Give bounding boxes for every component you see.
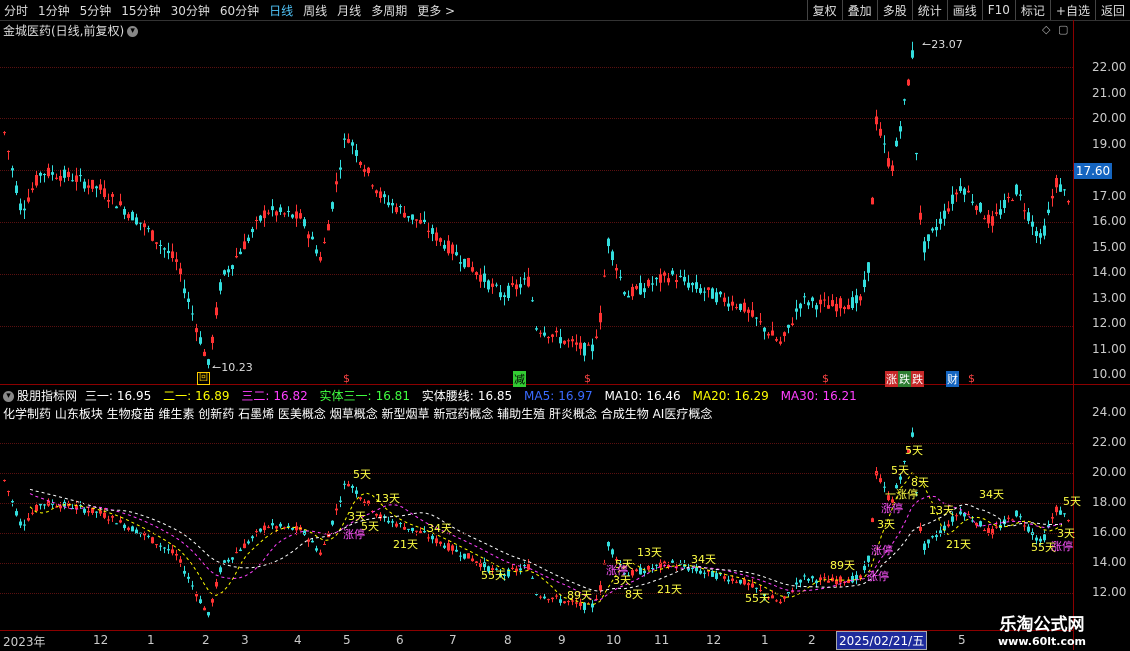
y-tick: 12.00 — [1092, 316, 1127, 330]
candlestick-chart — [3, 41, 1070, 618]
y-tick: 18.00 — [1092, 495, 1127, 509]
annotation-5d: 5天 — [1063, 495, 1081, 508]
high-arrow: ↼ — [922, 38, 932, 51]
x-tick: 4 — [294, 633, 302, 647]
ind-shiti-san-yi: 实体三一: 16.81 — [319, 389, 410, 403]
dollar-icon[interactable]: $ — [822, 372, 829, 385]
ind-ma10: MA10: 16.46 — [604, 389, 681, 403]
x-tick: 2 — [808, 633, 816, 647]
ind-shiti-yaoxian: 实体腰线: 16.85 — [421, 389, 513, 403]
low-price-label: ↼10.23 — [212, 361, 253, 374]
annotation-5d: 5天 — [891, 464, 909, 477]
annotation-8d: 8天 — [625, 588, 643, 601]
x-tick: 2 — [202, 633, 210, 647]
y-tick: 13.00 — [1092, 291, 1127, 305]
x-tick: 5 — [958, 633, 966, 647]
event-mark-zhang[interactable]: 涨 — [885, 371, 898, 387]
annotation-limit-up: 涨停 — [871, 544, 893, 557]
y-tick: 21.00 — [1092, 86, 1127, 100]
ind-er-yi: 二一: 16.89 — [163, 389, 230, 403]
annotation-13d: 13天 — [929, 504, 954, 517]
watermark-title: 乐淘公式网 — [999, 615, 1085, 635]
x-tick: 10 — [606, 633, 622, 647]
y-tick: 11.00 — [1092, 342, 1127, 356]
ind-ma30: MA30: 16.21 — [780, 389, 857, 403]
dollar-icon[interactable]: $ — [343, 372, 350, 385]
back-button[interactable]: 返回 — [1094, 0, 1130, 20]
x-tick: 12 — [93, 633, 109, 647]
event-mark-jian[interactable]: 减 — [513, 371, 526, 387]
y-tick: 16.00 — [1092, 214, 1127, 228]
high-price-label: ↼23.07 — [922, 38, 963, 51]
watermark: 乐淘公式网 www.60lt.com — [998, 610, 1086, 648]
annotation-21d: 21天 — [946, 538, 971, 551]
annotation-34d: 34天 — [691, 553, 716, 566]
x-tick: 1 — [761, 633, 769, 647]
annotation-34d: 34天 — [979, 488, 1004, 501]
x-tick: 5 — [343, 633, 351, 647]
y-tick: 19.00 — [1092, 137, 1127, 151]
y-tick: 24.00 — [1092, 405, 1127, 419]
annotation-89d: 89天 — [567, 589, 592, 602]
ind-ma20: MA20: 16.29 — [692, 389, 769, 403]
x-tick: 8 — [504, 633, 512, 647]
chevron-down-icon[interactable]: ▾ — [3, 391, 14, 402]
y-tick: 16.00 — [1092, 525, 1127, 539]
ind-ma5: MA5: 16.97 — [524, 389, 593, 403]
annotation-89d: 89天 — [830, 559, 855, 572]
annotation-21d: 21天 — [657, 583, 682, 596]
x-tick: 6 — [396, 633, 404, 647]
x-tick: 11 — [654, 633, 670, 647]
annotation-3d: 3天 — [877, 518, 895, 531]
annotation-limit-up: 涨停 — [881, 502, 903, 515]
concept-tags: 化学制药 山东板块 生物疫苗 维生素 创新药 石墨烯 医美概念 烟草概念 新型烟… — [3, 407, 713, 421]
current-price-badge: 17.60 — [1074, 163, 1112, 179]
event-mark-zhang2[interactable]: 跌 — [911, 371, 924, 387]
annotation-limit-up: 涨停 — [867, 570, 889, 583]
ind-san-yi: 三一: 16.95 — [84, 389, 152, 403]
y-tick: 10.00 — [1092, 367, 1127, 381]
y-axis-line — [1073, 20, 1074, 650]
x-tick: 1 — [147, 633, 155, 647]
y-tick: 14.00 — [1092, 265, 1127, 279]
y-tick: 14.00 — [1092, 555, 1127, 569]
annotation-13d: 13天 — [375, 492, 400, 505]
annotation-34d: 34天 — [427, 522, 452, 535]
y-tick: 22.00 — [1092, 60, 1127, 74]
y-tick: 20.00 — [1092, 465, 1127, 479]
indicator-legend: ▾ 股朋指标网 三一: 16.95 二一: 16.89 三二: 16.82 实体三一: 1… — [3, 387, 865, 404]
indicator-name[interactable]: 股朋指标网 — [17, 389, 77, 403]
annotation-5d: 5天 — [905, 444, 923, 457]
event-mark-die[interactable]: 跌 — [898, 371, 911, 387]
dollar-icon[interactable]: $ — [584, 372, 591, 385]
y-tick: 15.00 — [1092, 240, 1127, 254]
y-tick: 22.00 — [1092, 435, 1127, 449]
event-mark-cai[interactable]: 财 — [946, 371, 959, 387]
annotation-5d: 5天 — [353, 468, 371, 481]
y-tick: 20.00 — [1092, 111, 1127, 125]
x-tick: 9 — [558, 633, 566, 647]
event-mark-hui[interactable]: 回 — [197, 372, 210, 385]
x-tick: 7 — [449, 633, 457, 647]
y-tick: 12.00 — [1092, 585, 1127, 599]
annotation-21d: 21天 — [393, 538, 418, 551]
ind-san-er: 三二: 16.82 — [241, 389, 308, 403]
annotation-55d: 55天 — [745, 592, 770, 605]
low-arrow: ↼ — [212, 361, 222, 374]
annotation-55d: 55天 — [481, 569, 506, 582]
dollar-icon[interactable]: $ — [968, 372, 975, 385]
x-tick: 3 — [241, 633, 249, 647]
crosshair-date-label: 2025/02/21/五 — [836, 631, 928, 650]
high-value: 23.07 — [931, 38, 963, 51]
annotation-limit-up: 涨停 — [343, 528, 365, 541]
y-tick: 17.00 — [1092, 189, 1127, 203]
annotation-limit-up: 涨停 — [1051, 540, 1073, 553]
x-tick: 2023年 — [3, 635, 46, 649]
watermark-url: www.60lt.com — [998, 635, 1087, 648]
low-value: 10.23 — [221, 361, 253, 374]
annotation-13d: 13天 — [637, 546, 662, 559]
x-tick: 12 — [706, 633, 722, 647]
